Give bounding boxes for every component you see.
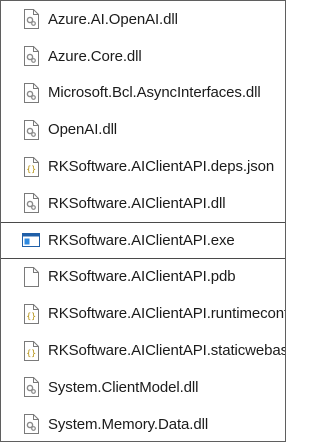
file-row[interactable]: Azure.Core.dll (1, 38, 285, 75)
file-row[interactable]: Microsoft.Bcl.AsyncInterfaces.dll (1, 75, 285, 112)
dll-file-icon (22, 413, 40, 435)
file-name: RKSoftware.AIClientAPI.deps.json (48, 158, 275, 176)
file-name: RKSoftware.AIClientAPI.runtimeconfig.jso… (48, 305, 285, 323)
file-name: RKSoftware.AIClientAPI.dll (48, 194, 226, 212)
svg-text:{}: {} (26, 348, 36, 357)
dll-file-icon (22, 192, 40, 214)
dll-file-icon (22, 45, 40, 67)
dll-file-icon (22, 82, 40, 104)
file-row[interactable]: {} RKSoftware.AIClientAPI.runtimeconfig.j… (1, 295, 285, 332)
json-file-icon: {} (22, 340, 40, 362)
file-row[interactable]: {} RKSoftware.AIClientAPI.staticwebassets… (1, 332, 285, 369)
file-row[interactable]: System.ClientModel.dll (1, 369, 285, 406)
file-row[interactable]: RKSoftware.AIClientAPI.exe (1, 221, 285, 259)
file-name: Azure.AI.OpenAI.dll (48, 10, 178, 28)
file-name: RKSoftware.AIClientAPI.pdb (48, 268, 236, 286)
file-row[interactable]: RKSoftware.AIClientAPI.dll (1, 185, 285, 222)
json-file-icon: {} (22, 303, 40, 325)
svg-text:{}: {} (26, 164, 36, 173)
blank-file-icon (22, 266, 40, 288)
dll-file-icon (22, 119, 40, 141)
file-row[interactable]: RKSoftware.AIClientAPI.pdb (1, 259, 285, 296)
file-name: Microsoft.Bcl.AsyncInterfaces.dll (48, 84, 261, 102)
file-row[interactable]: Azure.AI.OpenAI.dll (1, 1, 285, 38)
file-name: RKSoftware.AIClientAPI.staticwebassets.e… (48, 342, 285, 360)
json-file-icon: {} (22, 156, 40, 178)
exe-file-icon (22, 229, 40, 251)
file-name: System.Memory.Data.dll (48, 415, 209, 433)
file-name: OpenAI.dll (48, 121, 118, 139)
svg-text:{}: {} (26, 311, 36, 320)
file-name: RKSoftware.AIClientAPI.exe (48, 231, 235, 249)
file-list-window: Azure.AI.OpenAI.dll Azure.Core.dll Micro… (0, 0, 286, 442)
file-name: System.ClientModel.dll (48, 378, 199, 396)
file-list: Azure.AI.OpenAI.dll Azure.Core.dll Micro… (1, 1, 285, 441)
file-row[interactable]: OpenAI.dll (1, 111, 285, 148)
dll-file-icon (22, 8, 40, 30)
file-row[interactable]: {} RKSoftware.AIClientAPI.deps.json (1, 148, 285, 185)
file-row[interactable]: System.Memory.Data.dll (1, 406, 285, 441)
file-name: Azure.Core.dll (48, 47, 142, 65)
dll-file-icon (22, 376, 40, 398)
